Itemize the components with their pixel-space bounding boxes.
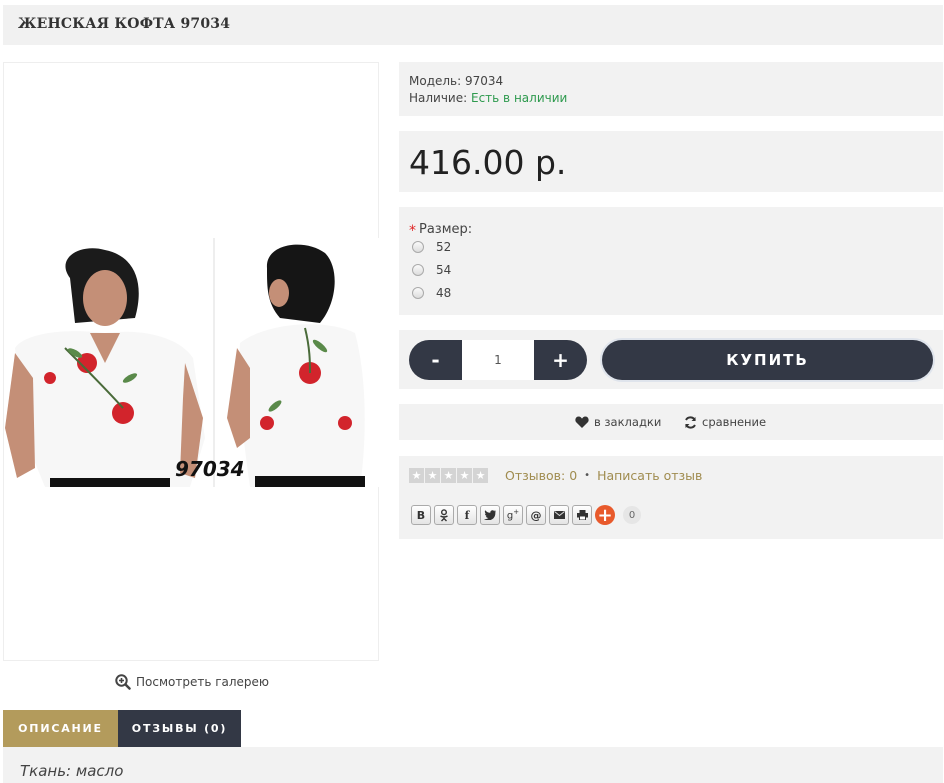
- description-text: Ткань: масло: [20, 762, 124, 780]
- product-price: 416.00 р.: [409, 143, 567, 182]
- model-value: 97034: [465, 74, 504, 88]
- size-option-52[interactable]: 52: [412, 240, 451, 254]
- plus-icon: +: [597, 504, 613, 526]
- at-icon: @: [530, 508, 542, 522]
- size-value: 52: [436, 240, 452, 254]
- stock-row: Наличие: Есть в наличии: [409, 90, 933, 107]
- star-icon: ★: [441, 468, 456, 483]
- quantity-decrease-button[interactable]: -: [409, 340, 462, 380]
- quantity-stepper: - 1 +: [409, 340, 587, 380]
- reviews-count-link[interactable]: Отзывов: 0: [505, 468, 577, 483]
- printer-icon: [576, 510, 588, 520]
- size-option-title: * Размер:: [409, 219, 473, 240]
- product-photo[interactable]: 97034: [5, 238, 379, 487]
- radio-button[interactable]: [412, 241, 424, 253]
- googleplus-icon: g+: [506, 508, 520, 522]
- star-icon: ★: [457, 468, 472, 483]
- zoom-in-icon: [115, 674, 131, 690]
- buy-button[interactable]: КУПИТЬ: [602, 340, 933, 380]
- tab-reviews[interactable]: ОТЗЫВЫ (0): [118, 710, 241, 747]
- share-buttons: В f g+ @ + 0: [411, 504, 641, 526]
- share-more-button[interactable]: +: [595, 504, 615, 526]
- reviews-line: Отзывов: 0 • Написать отзыв: [505, 468, 702, 483]
- twitter-icon: [484, 510, 496, 520]
- size-value: 54: [436, 263, 452, 277]
- tab-description[interactable]: ОПИСАНИЕ: [3, 710, 118, 747]
- quantity-input[interactable]: 1: [462, 340, 534, 380]
- view-gallery-link[interactable]: Посмотреть галерею: [115, 674, 269, 690]
- refresh-icon: [685, 415, 696, 429]
- print-button[interactable]: [572, 505, 592, 525]
- buy-panel: - 1 + КУПИТЬ: [399, 330, 943, 389]
- compare-label: сравнение: [702, 415, 767, 429]
- rating-stars: ★ ★ ★ ★ ★: [409, 468, 488, 483]
- size-value: 48: [436, 286, 452, 300]
- price-panel: 416.00 р.: [399, 131, 943, 192]
- separator-dot: •: [584, 470, 591, 481]
- quantity-increase-button[interactable]: +: [534, 340, 587, 380]
- star-icon: ★: [409, 468, 424, 483]
- stock-label: Наличие:: [409, 91, 468, 105]
- product-image-box[interactable]: 97034: [3, 62, 379, 661]
- title-bar: ЖЕНСКАЯ КОФТА 97034: [3, 5, 943, 45]
- twitter-share-button[interactable]: [480, 505, 500, 525]
- write-review-link[interactable]: Написать отзыв: [597, 468, 702, 483]
- radio-button[interactable]: [412, 287, 424, 299]
- vkontakte-share-button[interactable]: В: [411, 505, 431, 525]
- facebook-share-button[interactable]: f: [457, 505, 477, 525]
- photo-model-label: 97034: [175, 457, 245, 481]
- facebook-icon: f: [464, 508, 470, 522]
- radio-button[interactable]: [412, 264, 424, 276]
- stock-status: Есть в наличии: [471, 91, 568, 105]
- size-option-48[interactable]: 48: [412, 286, 451, 300]
- star-icon: ★: [473, 468, 488, 483]
- odnoklassniki-share-button[interactable]: [434, 505, 454, 525]
- page-title: ЖЕНСКАЯ КОФТА 97034: [18, 16, 231, 32]
- size-option-54[interactable]: 54: [412, 263, 451, 277]
- email-share-button[interactable]: [549, 505, 569, 525]
- envelope-icon: [553, 511, 565, 519]
- wishlist-label: в закладки: [594, 415, 662, 429]
- share-count: 0: [623, 506, 641, 524]
- googleplus-share-button[interactable]: g+: [503, 505, 523, 525]
- model-row: Модель: 97034: [409, 73, 933, 90]
- model-label: Модель:: [409, 74, 462, 88]
- mailru-share-button[interactable]: @: [526, 505, 546, 525]
- reviews-share-panel: ★ ★ ★ ★ ★ Отзывов: 0 • Написать отзыв В …: [399, 456, 943, 539]
- heart-icon: [575, 416, 589, 428]
- size-option-label: Размер:: [419, 221, 473, 237]
- required-marker: *: [409, 223, 416, 239]
- description-panel: Ткань: масло: [3, 747, 943, 783]
- odnoklassniki-icon: [440, 508, 448, 521]
- star-icon: ★: [425, 468, 440, 483]
- product-photo-svg: 97034: [5, 238, 379, 487]
- product-tabs: ОПИСАНИЕ ОТЗЫВЫ (0): [3, 710, 241, 747]
- size-options-panel: * Размер: 52 54 48: [399, 207, 943, 315]
- product-info-panel: Модель: 97034 Наличие: Есть в наличии: [399, 62, 943, 116]
- add-to-wishlist-link[interactable]: в закладки: [575, 415, 661, 429]
- add-to-compare-link[interactable]: сравнение: [684, 415, 766, 429]
- view-gallery-label: Посмотреть галерею: [136, 675, 270, 689]
- wishlist-compare-panel: в закладки сравнение: [399, 404, 943, 440]
- vk-icon: В: [416, 508, 426, 522]
